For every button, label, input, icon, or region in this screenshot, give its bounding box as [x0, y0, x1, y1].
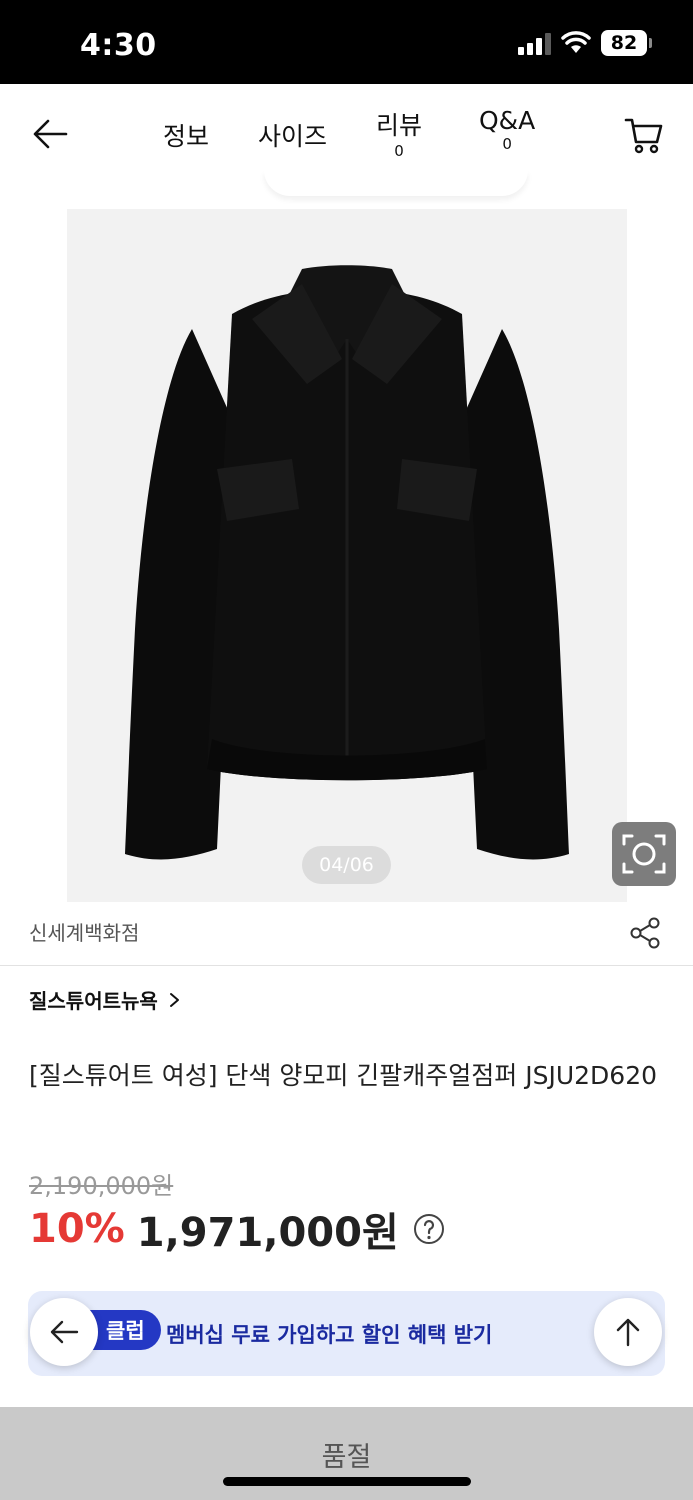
product-title: [질스튜어트 여성] 단색 양모피 긴팔캐주얼점퍼 JSJU2D620 — [29, 1061, 658, 1090]
tab-size-label: 사이즈 — [258, 122, 328, 151]
tab-size[interactable]: 사이즈 — [258, 117, 327, 153]
back-arrow-icon — [50, 1320, 79, 1344]
banner-text: 멤버십 무료 가입하고 할인 혜택 받기 — [166, 1323, 493, 1347]
tab-review[interactable]: 리뷰 0 — [376, 106, 422, 160]
help-icon[interactable] — [413, 1213, 445, 1245]
divider — [0, 965, 693, 966]
tab-qna-count: 0 — [502, 135, 512, 153]
final-price: 1,971,000원 — [136, 1210, 399, 1256]
product-image[interactable] — [67, 209, 627, 902]
club-badge-label: 클럽 — [106, 1319, 145, 1343]
arrow-up-icon — [616, 1318, 640, 1347]
app-header: 정보 사이즈 리뷰 0 Q&A 0 — [0, 84, 693, 180]
tab-review-count: 0 — [394, 142, 404, 160]
discount-rate: 10% — [29, 1206, 125, 1252]
tab-qna-label: Q&A — [479, 106, 536, 135]
cellular-signal-icon — [518, 31, 551, 55]
home-indicator[interactable] — [223, 1477, 471, 1486]
collapsed-panel-edge — [264, 170, 528, 196]
visual-search-button[interactable] — [612, 822, 676, 886]
back-arrow-icon[interactable] — [28, 112, 72, 156]
soldout-button[interactable]: 품절 — [0, 1407, 693, 1500]
brand-link[interactable]: 질스튜어트뉴욕 — [29, 985, 182, 1014]
tab-info-label: 정보 — [163, 122, 210, 151]
camera-scan-icon — [622, 834, 666, 874]
cart-icon[interactable] — [623, 114, 665, 156]
tab-review-label: 리뷰 — [376, 111, 423, 140]
status-icons: 82 — [518, 30, 652, 56]
tab-qna[interactable]: Q&A 0 — [479, 106, 535, 153]
original-price: 2,190,000원 — [29, 1172, 174, 1200]
membership-banner[interactable]: 클럽 멤버십 무료 가입하고 할인 혜택 받기 — [28, 1291, 665, 1376]
soldout-label: 품절 — [321, 1442, 372, 1473]
chevron-right-icon — [169, 992, 179, 1007]
floating-back-button[interactable] — [30, 1298, 98, 1366]
seller-name: 신세계백화점 — [29, 921, 140, 945]
share-icon[interactable] — [628, 915, 664, 951]
image-counter: 04/06 — [302, 846, 391, 884]
battery-icon: 82 — [601, 30, 652, 56]
price-row: 10% 1,971,000원 — [29, 1200, 445, 1258]
tab-info[interactable]: 정보 — [163, 117, 209, 153]
scroll-top-button[interactable] — [594, 1298, 662, 1366]
wifi-icon — [561, 31, 591, 53]
status-bar: 4:30 82 — [0, 0, 693, 84]
jacket-illustration — [125, 265, 569, 860]
status-time: 4:30 — [80, 28, 157, 63]
brand-name: 질스튜어트뉴욕 — [29, 989, 158, 1013]
